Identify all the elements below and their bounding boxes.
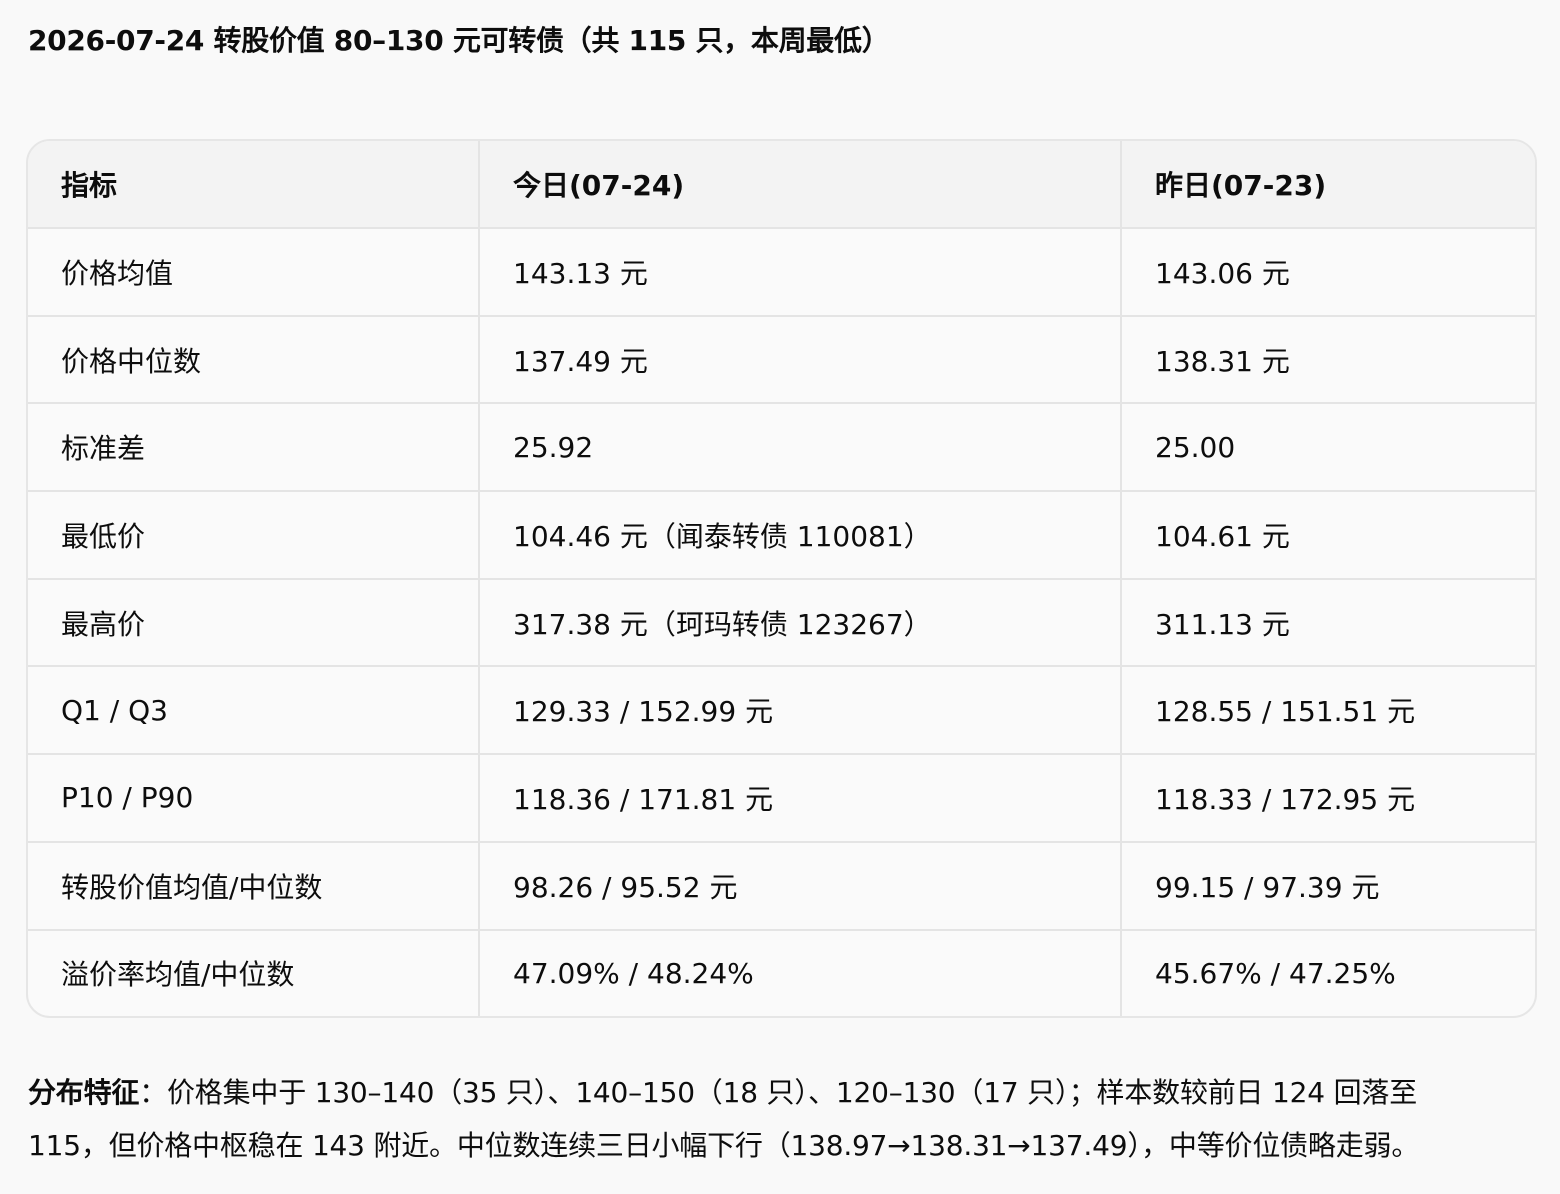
page-title: 2026-07-24 转股价值 80–130 元可转债（共 115 只，本周最低… [28,24,890,57]
table-row: 价格中位数 137.49 元 138.31 元 [28,315,1535,405]
header-metric: 指标 [28,141,479,229]
notes-line-1: 分布特征：价格集中于 130–140（35 只）、140–150（18 只）、1… [28,1066,1508,1119]
row-metric-cell: 标准差 [28,403,479,493]
row-today-cell: 118.36 / 171.81 元 [478,754,1121,843]
row-today-cell: 47.09% / 48.24% [478,929,1121,1017]
row-today-cell: 98.26 / 95.52 元 [478,841,1121,931]
row-metric-cell: 价格均值 [28,228,479,317]
stats-table-container: 指标 今日(07-24) 昨日(07-23) 价格均值 143.13 元 143… [26,139,1537,1019]
row-yesterday-cell: 104.61 元 [1120,491,1535,580]
row-yesterday-cell: 99.15 / 97.39 元 [1120,841,1535,931]
row-yesterday-cell: 311.13 元 [1120,578,1535,668]
notes-label: 分布特征 [28,1076,140,1109]
table-header-row: 指标 今日(07-24) 昨日(07-23) [28,141,1535,229]
row-today-cell: 143.13 元 [478,228,1121,317]
table-row: P10 / P90 118.36 / 171.81 元 118.33 / 172… [28,754,1535,843]
table-row: 标准差 25.92 25.00 [28,403,1535,493]
row-yesterday-cell: 25.00 [1120,403,1535,493]
row-metric-cell: 溢价率均值/中位数 [61,958,295,992]
row-metric-cell: Q1 / Q3 [28,666,479,756]
row-metric-cell: P10 / P90 [28,754,479,843]
table-row: Q1 / Q3 129.33 / 152.99 元 128.55 / 151.5… [28,666,1535,756]
row-today-cell: 25.92 [478,403,1121,493]
row-today-cell: 104.46 元（闻泰转债 110081） [478,491,1121,580]
table-row: 转股价值均值/中位数 98.26 / 95.52 元 99.15 / 97.39… [28,841,1535,931]
notes-line-2: 115，但价格中枢稳在 143 附近。中位数连续三日小幅下行（138.97→13… [28,1129,1420,1162]
row-metric-cell: 最低价 [28,491,479,580]
table-row: 最低价 104.46 元（闻泰转债 110081） 104.61 元 [28,491,1535,580]
row-yesterday-cell: 138.31 元 [1120,315,1535,405]
header-today: 今日(07-24) [478,141,1121,229]
stats-table: 指标 今日(07-24) 昨日(07-23) 价格均值 143.13 元 143… [28,141,1535,1017]
row-metric-cell: 最高价 [28,578,479,668]
distribution-notes: 分布特征：价格集中于 130–140（35 只）、140–150（18 只）、1… [28,1066,1508,1172]
row-yesterday-cell: 45.67% / 47.25% [1120,929,1535,1017]
row-yesterday-cell: 128.55 / 151.51 元 [1120,666,1535,756]
header-yesterday: 昨日(07-23) [1120,141,1535,229]
notes-line-1-text: ：价格集中于 130–140（35 只）、140–150（18 只）、120–1… [139,1076,1417,1109]
row-today-cell: 137.49 元 [478,315,1121,405]
table-row: 最高价 317.38 元（珂玛转债 123267） 311.13 元 [28,578,1535,668]
table-row: 价格均值 143.13 元 143.06 元 [28,228,1535,317]
row-today-cell: 129.33 / 152.99 元 [478,666,1121,756]
row-metric-cell: 价格中位数 [28,315,479,405]
row-metric-cell: 转股价值均值/中位数 [28,841,479,931]
row-yesterday-cell: 143.06 元 [1120,228,1535,317]
row-yesterday-cell: 118.33 / 172.95 元 [1120,754,1535,843]
table-row: 溢价率均值/中位数 47.09% / 48.24% 45.67% / 47.25… [28,929,1535,1017]
row-today-cell: 317.38 元（珂玛转债 123267） [478,578,1121,668]
